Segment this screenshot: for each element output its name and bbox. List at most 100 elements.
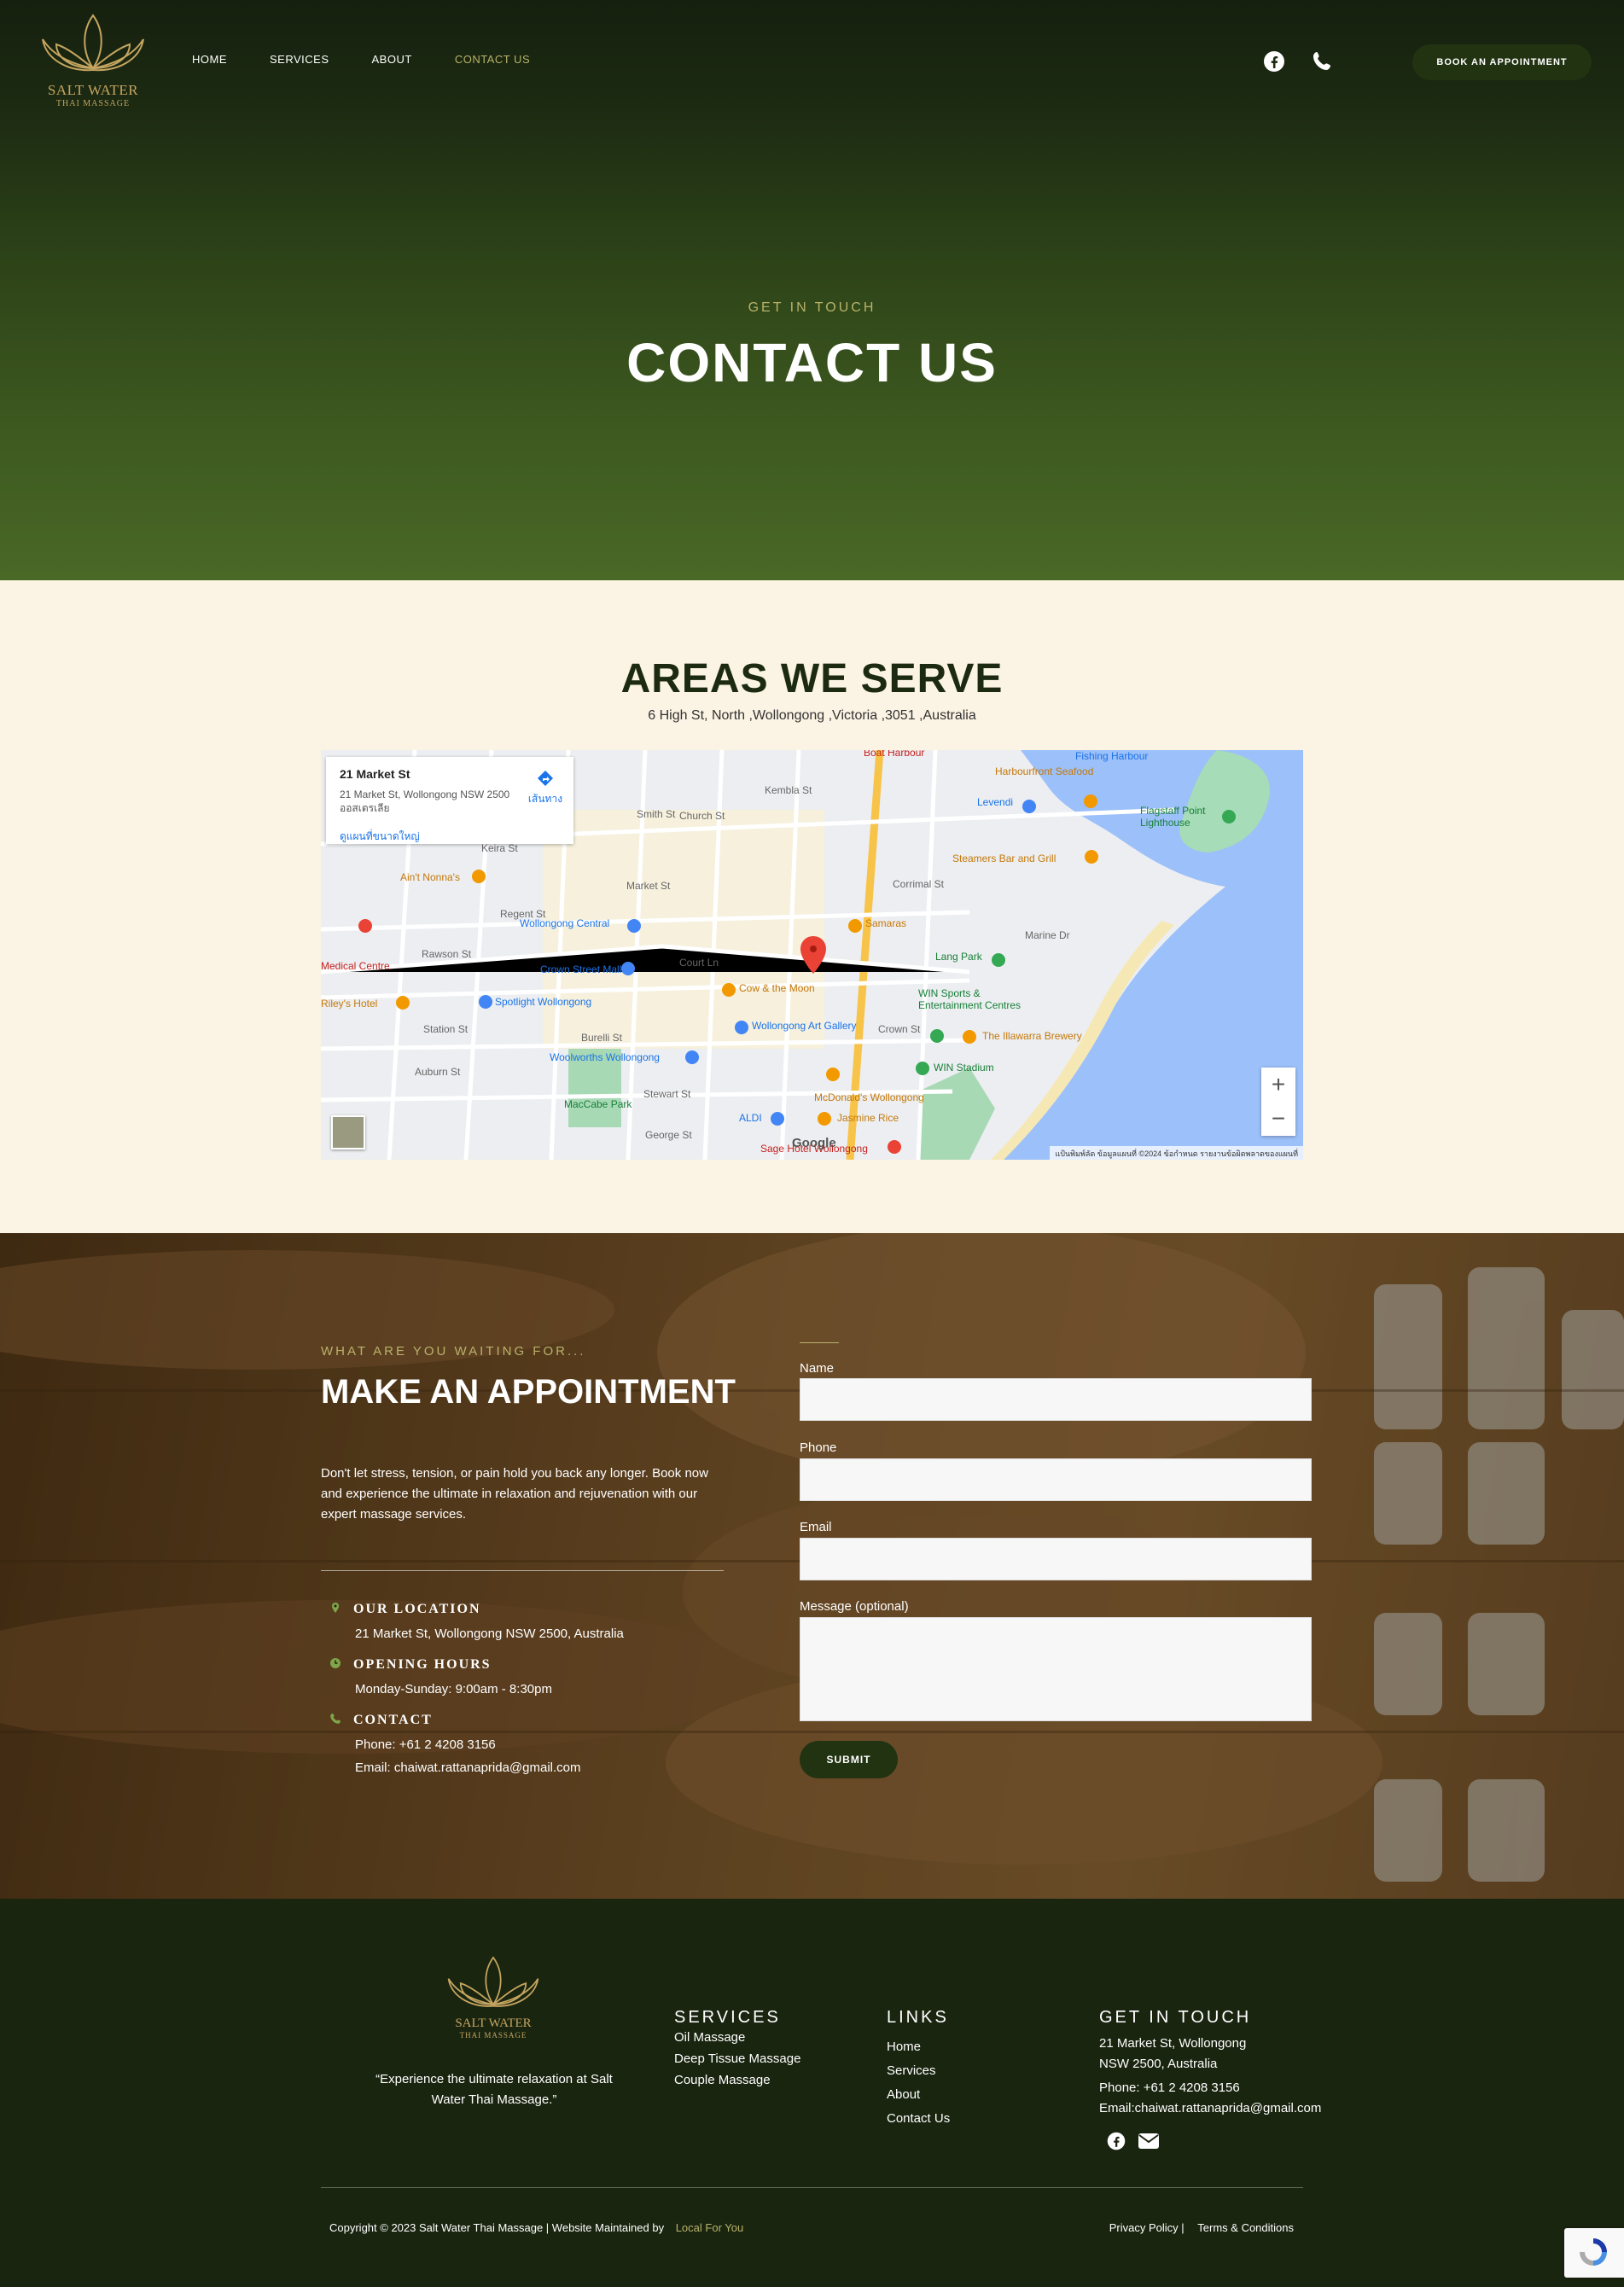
nav-services[interactable]: SERVICES [270, 53, 329, 66]
map-label-poi: The Illawarra Brewery [982, 1030, 1082, 1042]
location-pin-icon [332, 1603, 339, 1613]
footer-service-item[interactable]: Couple Massage [674, 2069, 800, 2091]
footer-links-heading: LINKS [887, 2008, 949, 2027]
areas-title: AREAS WE SERVE [620, 656, 1004, 701]
map-label-poi: Steamers Bar and Grill [952, 853, 1056, 864]
directions-button[interactable]: เส้นทาง [524, 769, 567, 807]
footer-divider [321, 2187, 1303, 2188]
map-label-poi: Harbourfront Seafood [995, 765, 1094, 777]
footer-logo-text-sub: THAI MASSAGE [459, 2031, 527, 2040]
appointment-section: WHAT ARE YOU WAITING FOR... MAKE AN APPO… [0, 1233, 1624, 1899]
footer-services-heading: SERVICES [674, 2008, 781, 2027]
map-label-poi: Jasmine Rice [837, 1112, 899, 1124]
page-title: CONTACT US [626, 332, 998, 393]
map-label-street: Auburn St [415, 1066, 461, 1078]
maintainer-link[interactable]: Local For You [676, 2221, 744, 2234]
map-info-card: 21 Market St 21 Market St, Wollongong NS… [326, 757, 573, 844]
footer-email[interactable]: Email:chaiwat.rattanaprida@gmail.com [1099, 2098, 1321, 2119]
recaptcha-badge[interactable] [1564, 2228, 1624, 2278]
site-logo[interactable]: SALT WATER THAI MASSAGE [38, 7, 148, 111]
footer-links-list: Home Services About Contact Us [887, 2035, 950, 2131]
footer-logo[interactable]: SALT WATER THAI MASSAGE [439, 1950, 547, 2044]
appointment-title: MAKE AN APPOINTMENT [321, 1373, 736, 1411]
map-label-poi: Medical Centre [321, 960, 390, 972]
map-label-poi: Boat Harbour [864, 750, 925, 759]
zoom-in-button[interactable]: + [1261, 1068, 1295, 1102]
footer-contact-block: 21 Market St, Wollongong NSW 2500, Austr… [1099, 2034, 1321, 2119]
footer-link-services[interactable]: Services [887, 2059, 950, 2083]
footer-link-about[interactable]: About [887, 2083, 950, 2107]
google-map[interactable]: Smith St Market St Wollongong Central Cr… [321, 750, 1303, 1160]
submit-button[interactable]: SUBMIT [800, 1741, 898, 1778]
map-label-street: Marine Dr [1025, 929, 1070, 941]
copyright-text: Copyright © 2023 Salt Water Thai Massage… [329, 2221, 743, 2234]
map-card-address: 21 Market St, Wollongong NSW 2500 ออสเตร… [340, 789, 510, 814]
map-label-poi: WIN Stadium [934, 1062, 994, 1074]
privacy-policy-link[interactable]: Privacy Policy | [1109, 2221, 1185, 2234]
form-divider [800, 1342, 839, 1343]
email-field[interactable] [800, 1538, 1312, 1580]
phone-field[interactable] [800, 1458, 1312, 1501]
google-logo: Google [792, 1136, 836, 1150]
footer-service-item[interactable]: Deep Tissue Massage [674, 2048, 800, 2069]
top-navigation: SALT WATER THAI MASSAGE HOME SERVICES AB… [0, 0, 1624, 124]
map-label-street: Market St [626, 880, 671, 892]
map-label-street: Burelli St [581, 1032, 623, 1044]
terms-link[interactable]: Terms & Conditions [1197, 2221, 1294, 2234]
map-label-poi: Crown Street Mall [540, 963, 622, 975]
divider [321, 1570, 724, 1571]
hero-section: SALT WATER THAI MASSAGE HOME SERVICES AB… [0, 0, 1624, 580]
facebook-icon[interactable] [1106, 2131, 1126, 2151]
footer-phone[interactable]: Phone: +61 2 4208 3156 [1099, 2078, 1321, 2098]
map-label-street: Rawson St [422, 948, 472, 960]
lotus-logo-icon [447, 1956, 539, 2007]
nav-home[interactable]: HOME [192, 53, 227, 66]
nav-contact-us[interactable]: CONTACT US [455, 53, 530, 66]
hours-text: Monday-Sunday: 9:00am - 8:30pm [355, 1682, 552, 1696]
message-field[interactable] [800, 1617, 1312, 1721]
contact-phone: Phone: +61 2 4208 3156 [355, 1737, 496, 1752]
map-label-poi: Ain't Nonna's [400, 871, 460, 883]
envelope-icon[interactable] [1138, 2133, 1160, 2150]
footer-service-item[interactable]: Oil Massage [674, 2027, 800, 2048]
map-label-street: George St [645, 1129, 692, 1141]
appointment-description: Don't let stress, tension, or pain hold … [321, 1466, 708, 1522]
areas-address: 6 High St, North ,Wollongong ,Victoria ,… [648, 708, 976, 723]
map-label-street: Stewart St [643, 1088, 691, 1100]
map-label-poi: Riley's Hotel [321, 998, 378, 1010]
name-field[interactable] [800, 1378, 1312, 1421]
nav-about[interactable]: ABOUT [372, 53, 412, 66]
map-attribution[interactable]: แป้นพิมพ์ลัด ข้อมูลแผนที่ ©2024 ข้อกำหนด… [1050, 1146, 1303, 1160]
copyright-label: Copyright © 2023 Salt Water Thai Massage… [329, 2221, 665, 2234]
legal-links: Privacy Policy | Terms & Conditions [1109, 2221, 1294, 2234]
footer-link-contact[interactable]: Contact Us [887, 2107, 950, 2131]
satellite-toggle[interactable] [331, 1115, 365, 1149]
footer-link-home[interactable]: Home [887, 2035, 950, 2059]
map-label-street: Smith St [637, 808, 676, 820]
recaptcha-icon [1580, 2238, 1607, 2266]
map-card-title: 21 Market St [340, 767, 410, 781]
location-text: 21 Market St, Wollongong NSW 2500, Austr… [355, 1627, 624, 1641]
zoom-out-button[interactable]: − [1261, 1102, 1295, 1136]
contact-heading: CONTACT [353, 1713, 433, 1727]
footer-logo-text-main: SALT WATER [455, 2016, 532, 2030]
map-label-park: Lang Park [935, 951, 982, 963]
phone-icon [330, 1714, 341, 1724]
contact-email[interactable]: Email: chaiwat.rattanaprida@gmail.com [355, 1760, 581, 1775]
map-label-poi: Fishing Harbour [1075, 750, 1149, 762]
main-menu: HOME SERVICES ABOUT CONTACT US [192, 53, 573, 66]
view-larger-map-link[interactable]: ดูแผนที่ขนาดใหญ่ [340, 829, 420, 845]
map-label-street: Station St [423, 1023, 469, 1035]
facebook-icon[interactable] [1262, 49, 1286, 73]
directions-icon [538, 771, 553, 786]
phone-icon[interactable] [1310, 49, 1334, 73]
map-label-poi: Wollongong Art Gallery [752, 1020, 857, 1032]
map-label-street: Court Ln [679, 957, 719, 969]
map-label-street: Kembla St [765, 784, 812, 796]
map-label-street: Keira St [481, 842, 518, 854]
map-label-poi: Cow & the Moon [739, 982, 815, 994]
map-label-park: MacCabe Park [564, 1098, 632, 1110]
map-label-street: Church St [679, 810, 725, 822]
book-appointment-button[interactable]: BOOK AN APPOINTMENT [1412, 44, 1592, 80]
footer-address-line1: 21 Market St, Wollongong [1099, 2036, 1247, 2051]
